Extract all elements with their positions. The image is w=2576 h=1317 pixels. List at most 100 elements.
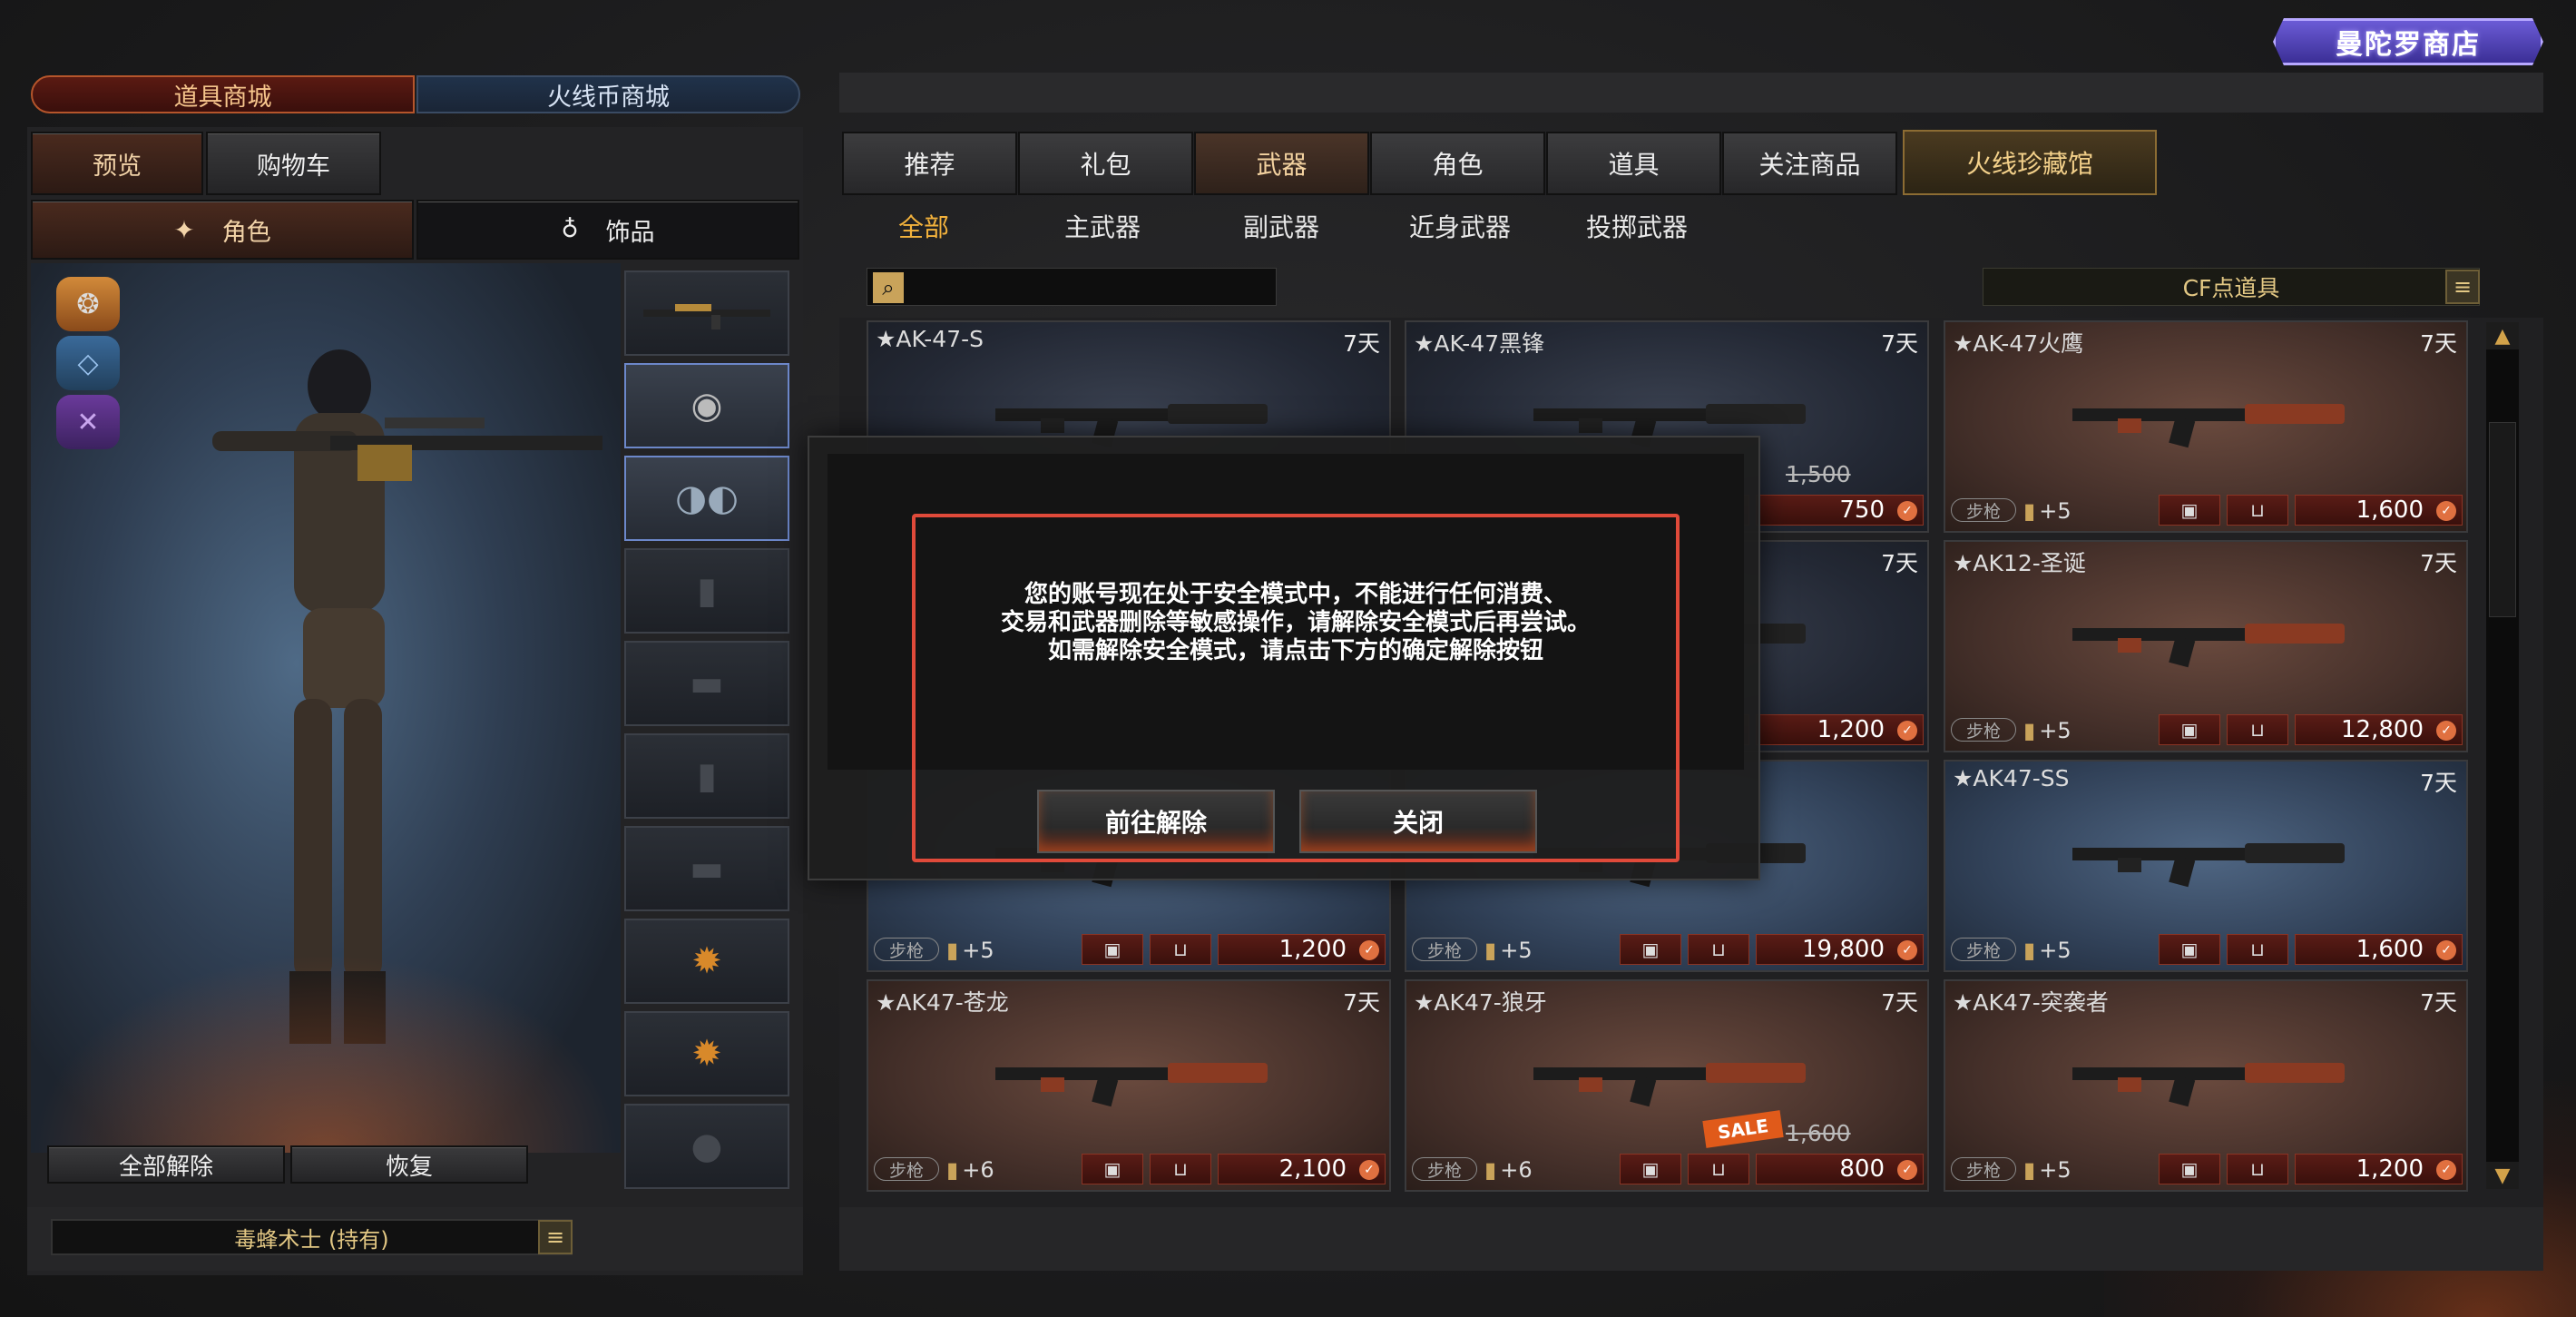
filter-menu-icon[interactable]: ≡ <box>2445 270 2480 304</box>
mode-ghost-icon[interactable]: ◇ <box>56 336 120 390</box>
gift-icon[interactable]: ▣ <box>2159 714 2220 745</box>
product-card[interactable]: ★AK47-苍龙 7天 步枪 ▮ +6 ▣ ⊔ 2,100 ✓ <box>867 979 1391 1192</box>
scroll-down-icon[interactable]: ▼ <box>2486 1162 2519 1189</box>
subtab-weapon-0[interactable]: 全部 <box>898 208 949 244</box>
tab-nav-4[interactable]: 道具 <box>1546 132 1721 195</box>
tab-nav-5[interactable]: 关注商品 <box>1722 132 1897 195</box>
price-button[interactable]: 1,200 ✓ <box>1218 934 1386 965</box>
slot-goggles[interactable]: ◑◐ <box>624 456 789 541</box>
sale-badge: SALE <box>1702 1110 1784 1148</box>
slot-ornament-2[interactable]: ✹ <box>624 1011 789 1096</box>
sniper-icon <box>643 304 770 329</box>
filter-dropdown[interactable]: CF点道具 <box>1983 268 2480 306</box>
category-badge: 步枪 <box>1951 938 2016 961</box>
product-duration: 7天 <box>1881 550 1918 576</box>
price-button[interactable]: 1,200 ✓ <box>2295 1154 2463 1184</box>
scroll-up-icon[interactable]: ▲ <box>2486 322 2519 349</box>
character-preview[interactable] <box>31 263 621 1153</box>
tab-nav-0[interactable]: 推荐 <box>842 132 1017 195</box>
price-button[interactable]: 750 ✓ <box>1756 495 1924 526</box>
product-card[interactable]: ★AK47-突袭者 7天 步枪 ▮ +5 ▣ ⊔ 1,200 ✓ <box>1944 979 2468 1192</box>
gift-icon[interactable]: ▣ <box>1620 934 1681 965</box>
product-card[interactable]: ★AK47-狼牙 7天 步枪 ▮ +6 ▣ ⊔ 800 ✓ 1,600 SALE <box>1405 979 1929 1192</box>
shop-logo: 曼陀罗商店 <box>2273 18 2543 65</box>
scrollbar[interactable]: ▲ ▼ <box>2486 322 2519 1189</box>
price-button[interactable]: 19,800 ✓ <box>1756 934 1924 965</box>
subtab-weapon-2[interactable]: 副武器 <box>1243 208 1319 244</box>
cf-point-icon: ✓ <box>2436 940 2456 960</box>
slot-gloves[interactable]: ▮ <box>624 733 789 819</box>
tab-nav-2[interactable]: 武器 <box>1194 132 1369 195</box>
cart-icon[interactable]: ⊔ <box>2227 495 2288 526</box>
gift-icon[interactable]: ▣ <box>2159 495 2220 526</box>
restore-button[interactable]: 恢复 <box>290 1145 528 1184</box>
price-button[interactable]: 1,600 ✓ <box>2295 934 2463 965</box>
goggles-icon: ◑◐ <box>675 477 739 519</box>
price-button[interactable]: 2,100 ✓ <box>1218 1154 1386 1184</box>
subtab-weapon-4[interactable]: 投掷武器 <box>1586 208 1688 244</box>
cart-icon[interactable]: ⊔ <box>2227 934 2288 965</box>
cart-icon[interactable]: ⊔ <box>1688 934 1749 965</box>
unequip-all-button[interactable]: 全部解除 <box>47 1145 285 1184</box>
product-name: ★AK12-圣诞 <box>1953 550 2086 576</box>
product-duration: 7天 <box>2420 989 2457 1016</box>
tab-nav-6[interactable]: 火线珍藏馆 <box>1903 130 2157 195</box>
product-card[interactable]: ★AK12-圣诞 7天 步枪 ▮ +5 ▣ ⊔ 12,800 ✓ <box>1944 540 2468 752</box>
price-text: 1,200 <box>1817 716 1885 743</box>
gift-icon[interactable]: ▣ <box>1082 934 1143 965</box>
mode-soldier-icon[interactable]: ❂ <box>56 277 120 331</box>
weapon-image <box>2072 624 2345 668</box>
tab-preview[interactable]: 预览 <box>31 132 203 195</box>
tab-nav-3[interactable]: 角色 <box>1370 132 1545 195</box>
bonus-text: +6 <box>962 1157 994 1183</box>
slot-primary-weapon[interactable] <box>624 270 789 356</box>
subtab-weapon-3[interactable]: 近身武器 <box>1409 208 1511 244</box>
price-button[interactable]: 800 ✓ <box>1756 1154 1924 1184</box>
tab-nav-1[interactable]: 礼包 <box>1018 132 1193 195</box>
gift-icon[interactable]: ▣ <box>1620 1154 1681 1184</box>
category-badge: 步枪 <box>1951 498 2016 522</box>
search-icon[interactable]: ⌕ <box>873 272 904 303</box>
owned-menu-icon[interactable]: ≡ <box>538 1220 573 1254</box>
cart-icon[interactable]: ⊔ <box>2227 1154 2288 1184</box>
cf-point-icon: ✓ <box>2436 501 2456 521</box>
close-button[interactable]: 关闭 <box>1299 790 1537 853</box>
slot-vest[interactable]: ▮ <box>624 548 789 634</box>
badge-icon: ● <box>691 1125 723 1167</box>
price-button[interactable]: 12,800 ✓ <box>2295 714 2463 745</box>
gift-icon[interactable]: ▣ <box>2159 934 2220 965</box>
cart-icon[interactable]: ⊔ <box>1150 1154 1211 1184</box>
tab-cart[interactable]: 购物车 <box>206 132 381 195</box>
slot-helmet[interactable]: ◉ <box>624 363 789 448</box>
price-text: 800 <box>1839 1155 1885 1183</box>
price-text: 750 <box>1839 496 1885 524</box>
product-card[interactable]: ★AK47-SS 7天 步枪 ▮ +5 ▣ ⊔ 1,600 ✓ <box>1944 760 2468 972</box>
slot-ornament-1[interactable]: ✹ <box>624 919 789 1004</box>
cart-icon[interactable]: ⊔ <box>2227 714 2288 745</box>
tab-accessory[interactable]: ♁ 饰品 <box>416 200 799 260</box>
character-icon: ✦ <box>173 214 195 245</box>
category-badge: 步枪 <box>874 1157 939 1181</box>
gift-icon[interactable]: ▣ <box>1082 1154 1143 1184</box>
bonus-text: +5 <box>1500 938 1533 963</box>
cart-icon[interactable]: ⊔ <box>1150 934 1211 965</box>
tab-item-mall[interactable]: 道具商城 <box>31 75 415 113</box>
product-card[interactable]: ★AK-47火鹰 7天 步枪 ▮ +5 ▣ ⊔ 1,600 ✓ <box>1944 320 2468 533</box>
product-duration: 7天 <box>1881 989 1918 1016</box>
cart-icon[interactable]: ⊔ <box>1688 1154 1749 1184</box>
subtab-weapon-1[interactable]: 主武器 <box>1064 208 1141 244</box>
price-button[interactable]: 1,200 ✓ <box>1756 714 1924 745</box>
scroll-thumb[interactable] <box>2489 422 2516 617</box>
search-input[interactable]: ⌕ <box>867 268 1277 306</box>
unlock-button[interactable]: 前往解除 <box>1037 790 1275 853</box>
bullet-icon: ▮ <box>1484 1157 1497 1183</box>
mode-zombie-icon[interactable]: ✕ <box>56 395 120 449</box>
slot-pants[interactable]: ▬ <box>624 826 789 911</box>
slot-badge[interactable]: ● <box>624 1104 789 1189</box>
slot-armor[interactable]: ▬ <box>624 641 789 726</box>
price-button[interactable]: 1,600 ✓ <box>2295 495 2463 526</box>
tab-character[interactable]: ✦ 角色 <box>31 200 414 260</box>
bonus-text: +5 <box>962 938 994 963</box>
tab-coin-mall[interactable]: 火线币商城 <box>416 75 800 113</box>
gift-icon[interactable]: ▣ <box>2159 1154 2220 1184</box>
